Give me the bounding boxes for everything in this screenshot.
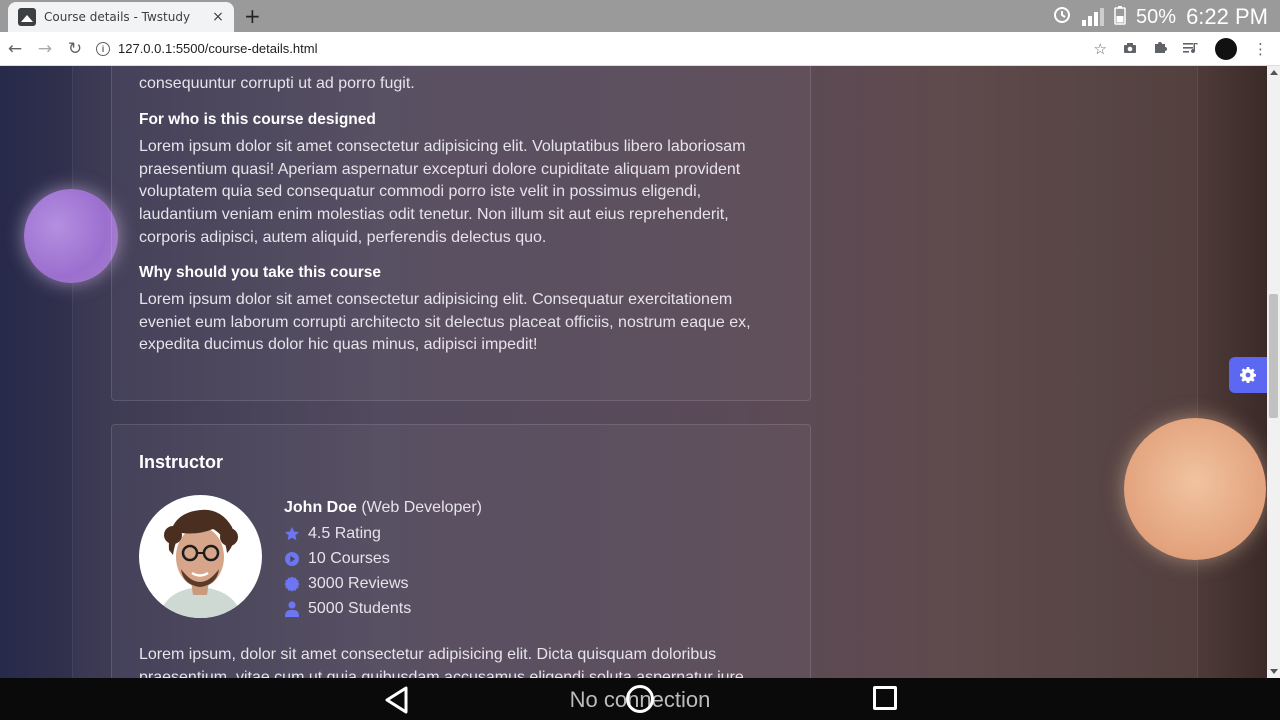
- media-queue-icon[interactable]: [1183, 40, 1199, 58]
- close-tab-icon[interactable]: ×: [210, 9, 226, 25]
- instructor-name: John Doe: [284, 499, 357, 516]
- reload-icon[interactable]: ↻: [60, 39, 90, 59]
- alarm-icon: [1052, 4, 1072, 30]
- tab-title: Course details - Twstudy: [44, 10, 191, 24]
- page-scrollbar[interactable]: [1267, 66, 1280, 678]
- extensions-puzzle-icon[interactable]: [1153, 40, 1167, 58]
- why-take-heading: Why should you take this course: [139, 264, 382, 281]
- decorative-peach-circle: [1124, 418, 1266, 560]
- bookmark-star-icon[interactable]: ☆: [1094, 40, 1107, 58]
- browser-tab[interactable]: Course details - Twstudy ×: [8, 2, 234, 32]
- image-favicon-icon: [18, 8, 36, 26]
- site-info-icon[interactable]: i: [96, 41, 110, 56]
- play-circle-icon: [284, 551, 300, 567]
- scroll-up-arrow-icon[interactable]: [1270, 70, 1278, 75]
- settings-gear-button[interactable]: [1229, 357, 1267, 393]
- android-nav-bar: No connection: [0, 678, 1280, 720]
- star-icon: [284, 526, 300, 542]
- stat-students-label: 5000 Students: [308, 600, 412, 617]
- address-bar-row: ← → ↻ i 127.0.0.1:5500/course-details.ht…: [0, 32, 1280, 66]
- profile-avatar[interactable]: [1215, 37, 1237, 60]
- instructor-photo: [139, 495, 262, 618]
- user-icon: [284, 601, 300, 617]
- stat-reviews-label: 3000 Reviews: [308, 575, 409, 592]
- menu-kebab-icon[interactable]: ⋮: [1253, 40, 1268, 58]
- scroll-thumb[interactable]: [1269, 294, 1278, 418]
- stat-courses-label: 10 Courses: [308, 550, 390, 567]
- browser-tab-bar: Course details - Twstudy × + 50% 6:22 PM: [0, 0, 1280, 32]
- battery-icon: [1114, 5, 1126, 30]
- clock: 6:22 PM: [1186, 4, 1268, 29]
- stat-courses: 10 Courses: [284, 550, 390, 568]
- home-circle-icon[interactable]: [626, 685, 654, 713]
- stat-rating: 4.5 Rating: [284, 525, 381, 543]
- omnibox[interactable]: i 127.0.0.1:5500/course-details.html: [96, 41, 1094, 56]
- course-intro-tail: consequuntur corrupti ut ad porro fugit.: [139, 75, 415, 92]
- stat-reviews: 3000 Reviews: [284, 575, 409, 593]
- new-tab-button[interactable]: +: [244, 4, 261, 28]
- gear-icon: [1240, 367, 1256, 383]
- battery-percent: 50%: [1136, 5, 1177, 28]
- stat-students: 5000 Students: [284, 600, 411, 618]
- instructor-role: (Web Developer): [361, 499, 482, 516]
- back-arrow-icon[interactable]: ←: [0, 39, 30, 59]
- camera-icon[interactable]: [1123, 40, 1137, 58]
- designed-for-heading: For who is this course designed: [139, 111, 376, 128]
- stat-rating-label: 4.5 Rating: [308, 525, 381, 542]
- recents-square-icon[interactable]: [873, 686, 897, 710]
- signal-icon: [1082, 8, 1105, 26]
- forward-arrow-icon[interactable]: →: [30, 39, 60, 59]
- page-viewport: consequuntur corrupti ut ad porro fugit.…: [0, 66, 1267, 678]
- designed-for-text: Lorem ipsum dolor sit amet consectetur a…: [139, 138, 746, 246]
- why-take-text: Lorem ipsum dolor sit amet consectetur a…: [139, 291, 751, 354]
- android-status-bar: 50% 6:22 PM: [1052, 4, 1268, 30]
- instructor-bio: Lorem ipsum, dolor sit amet consectetur …: [139, 646, 744, 678]
- badge-icon: [284, 576, 300, 592]
- url-text[interactable]: 127.0.0.1:5500/course-details.html: [118, 41, 317, 56]
- instructor-name-line: John Doe (Web Developer): [284, 499, 482, 517]
- decorative-purple-circle: [24, 189, 118, 283]
- scroll-down-arrow-icon[interactable]: [1270, 669, 1278, 674]
- instructor-title: Instructor: [139, 452, 224, 472]
